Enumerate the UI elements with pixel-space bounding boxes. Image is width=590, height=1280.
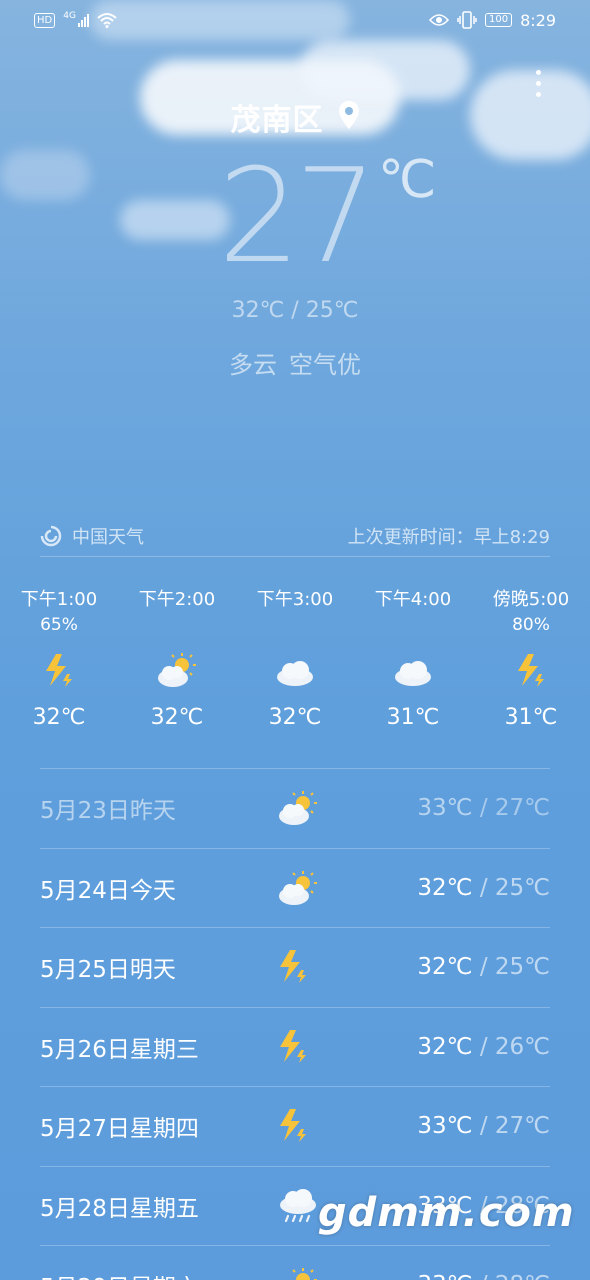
china-weather-logo-icon <box>40 525 62 546</box>
rain-icon <box>276 1187 320 1227</box>
background-cloud <box>300 40 470 100</box>
partly-cloudy-icon <box>276 869 320 909</box>
hourly-item: 下午4:00 31℃ <box>354 585 472 730</box>
battery-icon: 100 <box>484 13 513 27</box>
day-high: 33℃ <box>417 1272 472 1280</box>
day-date: 5月26日星期三 <box>40 1036 199 1063</box>
day-temperature-range: 32℃ / 25℃ <box>417 874 550 901</box>
hour-time: 下午4:00 <box>374 589 452 610</box>
day-low: 26℃ <box>494 1033 550 1060</box>
day-high: 32℃ <box>417 954 473 981</box>
precip-chance: 65% <box>40 615 78 635</box>
cloudy-icon <box>236 645 354 697</box>
thunder-icon <box>0 645 118 697</box>
day-temperature-range: 32℃ / 25℃ <box>417 954 550 981</box>
day-high: 33℃ <box>417 795 473 822</box>
day-low: 25℃ <box>494 874 550 901</box>
day-date: 5月28日星期五 <box>40 1195 199 1222</box>
day-high: 32℃ <box>417 874 473 901</box>
daily-row[interactable]: 5月23日昨天 33℃ / 27℃ <box>40 768 550 848</box>
daily-row[interactable]: 5月26日星期三 32℃ / 26℃ <box>40 1006 550 1087</box>
day-low: 27℃ <box>494 1113 550 1140</box>
location-pin-icon <box>338 100 360 138</box>
status-bar: HD 4G 100 8:29 <box>0 0 590 40</box>
source-brand[interactable]: 中国天气 <box>72 523 144 549</box>
hd-badge: HD <box>34 12 56 28</box>
day-high: 33℃ <box>417 1113 473 1140</box>
watermark: gdmm.com <box>318 1190 575 1236</box>
day-high: 32℃ <box>417 1033 473 1060</box>
day-low: 25℃ <box>494 954 550 981</box>
source-row: 中国天气 上次更新时间：早上8:29 <box>40 515 550 557</box>
precip-chance: 80% <box>512 615 550 635</box>
signal-icon <box>77 13 89 27</box>
partly-cloudy-icon <box>276 789 320 829</box>
more-options-icon[interactable] <box>536 70 541 97</box>
hour-temperature: 31℃ <box>504 705 558 730</box>
day-date: 5月29日星期六 <box>40 1268 280 1280</box>
day-temperature-range: 32℃ / 26℃ <box>417 1033 550 1060</box>
thunder-icon <box>472 645 590 697</box>
condition-text: 多云 <box>229 351 277 379</box>
hourly-item: 傍晚5:00 80% 31℃ <box>472 585 590 730</box>
partly-cloudy-icon <box>276 1266 320 1280</box>
hour-time: 傍晚5:00 <box>492 589 570 610</box>
thunder-icon <box>276 1107 320 1147</box>
precip-chance <box>354 615 472 645</box>
day-date: 5月24日今天 <box>40 877 176 904</box>
city-header[interactable]: 茂南区 <box>0 95 590 139</box>
day-low: 27℃ <box>494 795 550 822</box>
clock: 8:29 <box>520 10 556 30</box>
hour-time: 下午3:00 <box>256 589 334 610</box>
daily-row[interactable]: 5月27日星期四 33℃ / 27℃ <box>40 1086 550 1166</box>
city-name: 茂南区 <box>230 103 324 138</box>
thunder-icon <box>276 1028 320 1068</box>
precip-chance <box>118 615 236 645</box>
hourly-forecast: 下午1:00 65% 32℃ 下午2:00 32℃ 下午3:00 32℃ 下午4:00 31℃ 傍… <box>0 585 590 730</box>
precip-chance <box>236 615 354 645</box>
day-date: 5月23日昨天 <box>40 798 176 825</box>
hour-temperature: 32℃ <box>268 705 322 730</box>
background-cloud <box>0 150 90 200</box>
day-low: 28℃ <box>495 1272 550 1280</box>
hour-time: 下午2:00 <box>138 589 216 610</box>
background-cloud <box>120 200 230 240</box>
daily-row[interactable]: 5月25日明天 32℃ / 25℃ <box>40 927 550 1007</box>
hourly-item: 下午2:00 32℃ <box>118 585 236 730</box>
daily-row[interactable]: 5月29日星期六 33℃ / 28℃ <box>40 1245 550 1280</box>
hourly-item: 下午3:00 32℃ <box>236 585 354 730</box>
daily-row[interactable]: 5月24日今天 32℃ / 25℃ <box>40 847 550 928</box>
cloudy-icon <box>354 645 472 697</box>
day-temperature-range: 33℃ / 27℃ <box>417 1113 550 1140</box>
hour-temperature: 32℃ <box>32 705 86 730</box>
network-type: 4G <box>63 11 76 21</box>
air-quality[interactable]: 空气优 <box>289 351 361 379</box>
high-low-temperature: 32℃ / 25℃ <box>231 298 359 323</box>
hour-temperature: 31℃ <box>386 705 440 730</box>
thunder-icon <box>276 948 320 988</box>
hour-time: 下午1:00 <box>20 589 98 610</box>
day-date: 5月25日明天 <box>40 957 176 984</box>
vibrate-icon <box>457 11 477 29</box>
day-temperature-range: 33℃ / 28℃ <box>417 1272 550 1280</box>
eye-icon <box>428 14 449 26</box>
day-date: 5月27日星期四 <box>40 1116 199 1143</box>
hour-temperature: 32℃ <box>150 705 204 730</box>
temperature-unit: ℃ <box>378 150 437 210</box>
hourly-item: 下午1:00 65% 32℃ <box>0 585 118 730</box>
day-temperature-range: 33℃ / 27℃ <box>417 795 550 822</box>
update-time: 上次更新时间：早上8:29 <box>347 526 550 548</box>
wifi-icon <box>97 13 117 28</box>
weather-condition: 多云 空气优 <box>0 345 590 380</box>
current-temperature: 27 <box>218 140 377 292</box>
partly-cloudy-icon <box>118 645 236 697</box>
